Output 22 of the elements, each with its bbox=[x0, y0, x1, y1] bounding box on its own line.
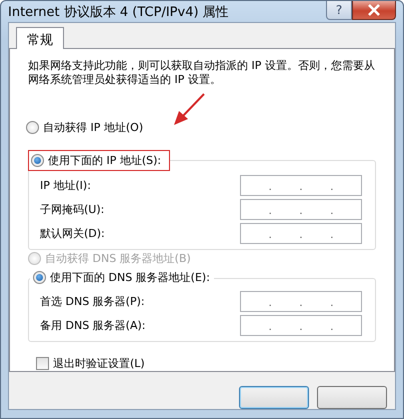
close-icon bbox=[367, 4, 381, 16]
description-text: 如果网络支持此功能，则可以获取自动指派的 IP 设置。否则，您需要从网络系统管理员处获得适当的 IP 设置。 bbox=[28, 59, 376, 87]
checkbox[interactable] bbox=[36, 357, 49, 370]
help-button[interactable]: ? bbox=[326, 1, 352, 20]
radio-button[interactable] bbox=[33, 271, 46, 284]
tab[interactable]: 常规 bbox=[16, 27, 64, 49]
ip-address-field[interactable]: . . . bbox=[240, 291, 362, 312]
close-button[interactable] bbox=[352, 1, 396, 20]
ip-address-field[interactable]: . . . bbox=[240, 315, 362, 336]
field-label: 子网掩码(U): bbox=[40, 202, 104, 217]
radio-button[interactable] bbox=[31, 154, 44, 167]
ip-address-field[interactable]: . . . bbox=[240, 199, 362, 220]
field-label: 默认网关(D): bbox=[40, 226, 105, 241]
field-label: 备用 DNS 服务器(A): bbox=[40, 318, 146, 333]
dialog-button[interactable] bbox=[239, 386, 309, 409]
radio-button[interactable] bbox=[26, 121, 39, 134]
window-title: Internet 协议版本 4 (TCP/IPv4) 属性 bbox=[8, 4, 229, 20]
dialog-button[interactable] bbox=[317, 386, 387, 409]
ip-address-field[interactable]: . . . bbox=[240, 223, 362, 244]
field-label: 首选 DNS 服务器(P): bbox=[40, 294, 145, 309]
field-label: IP 地址(I): bbox=[40, 178, 91, 193]
ip-address-field[interactable]: . . . bbox=[240, 175, 362, 196]
